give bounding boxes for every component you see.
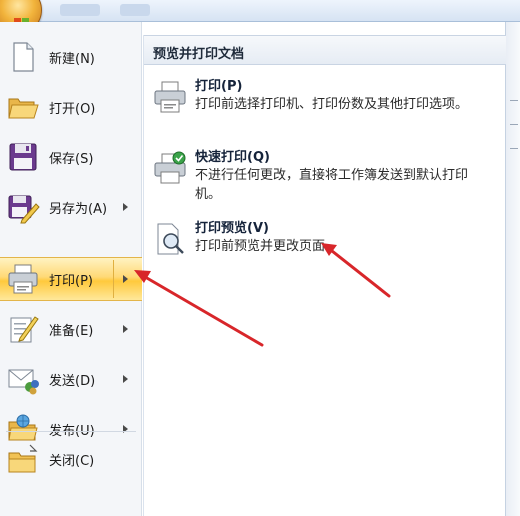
option-title: 快速打印(Q) <box>195 150 270 165</box>
option-description: 不进行任何更改，直接将工作簿发送到默认打印机。 <box>195 168 469 202</box>
close-folder-icon <box>6 442 40 476</box>
menu-item-print[interactable]: 打印(P) <box>0 257 142 301</box>
menu-item-save-as[interactable]: 另存为(A) <box>0 185 142 229</box>
option-quick-print[interactable]: 快速打印(Q) 不进行任何更改，直接将工作簿发送到默认打印机。 <box>144 146 506 206</box>
option-print[interactable]: 打印(P) 打印前选择打印机、打印份数及其他打印选项。 <box>144 75 506 135</box>
option-description: 打印前预览并更改页面。 <box>195 239 339 254</box>
printer-icon <box>152 79 188 115</box>
submenu-title: 预览并打印文档 <box>153 47 245 62</box>
option-description: 打印前选择打印机、打印份数及其他打印选项。 <box>195 97 469 112</box>
menu-item-label: 保存(S) <box>49 151 94 167</box>
option-print-preview[interactable]: 打印预览(V) 打印前预览并更改页面。 <box>144 217 506 267</box>
menu-item-label: 发送(D) <box>49 373 96 389</box>
save-disk-icon <box>6 140 40 174</box>
ribbon-tab[interactable] <box>60 4 100 16</box>
submenu-header: 预览并打印文档 <box>144 35 506 65</box>
option-title: 打印预览(V) <box>195 221 269 236</box>
menu-item-label: 发布(U) <box>49 423 95 439</box>
open-folder-icon <box>6 90 40 124</box>
menu-item-label: 关闭(C) <box>49 453 95 469</box>
print-preview-icon <box>152 221 188 257</box>
title-bar-strip <box>0 0 520 22</box>
menu-item-label: 新建(N) <box>49 51 95 67</box>
office-menu: 新建(N) 打开(O) 保存(S) 另存为(A) 打印(P) 准备(E) 发送(… <box>0 22 506 516</box>
menu-item-save[interactable]: 保存(S) <box>0 135 142 179</box>
edge-divider <box>510 124 518 125</box>
menu-item-prepare[interactable]: 准备(E) <box>0 307 142 351</box>
submenu-arrow-icon[interactable] <box>123 275 128 283</box>
menu-item-close[interactable]: 关闭(C) <box>0 437 142 481</box>
menu-item-label: 准备(E) <box>49 323 94 339</box>
menu-item-new[interactable]: 新建(N) <box>0 35 142 79</box>
edge-divider <box>510 148 518 149</box>
command-list: 新建(N) 打开(O) 保存(S) 另存为(A) 打印(P) 准备(E) 发送(… <box>0 22 142 516</box>
print-submenu: 预览并打印文档 打印(P) 打印前选择打印机、打印份数及其他打印选项。 快速打印… <box>143 35 506 516</box>
prepare-icon <box>6 312 40 346</box>
menu-separator <box>6 431 136 432</box>
ribbon-tab[interactable] <box>120 4 150 16</box>
submenu-arrow-icon <box>123 203 128 211</box>
option-title: 打印(P) <box>195 79 243 94</box>
quick-print-icon <box>152 150 188 186</box>
menu-item-label: 另存为(A) <box>49 201 108 217</box>
menu-item-send[interactable]: 发送(D) <box>0 357 142 401</box>
send-icon <box>6 362 40 396</box>
save-as-icon <box>6 190 40 224</box>
submenu-arrow-icon <box>123 375 128 383</box>
menu-item-label: 打开(O) <box>49 101 96 117</box>
submenu-arrow-icon <box>123 325 128 333</box>
menu-item-label: 打印(P) <box>49 273 93 289</box>
background-window-edge <box>506 22 520 516</box>
split-divider <box>113 260 114 298</box>
menu-item-open[interactable]: 打开(O) <box>0 85 142 129</box>
edge-divider <box>510 100 518 101</box>
new-document-icon <box>6 40 40 74</box>
printer-icon <box>6 262 40 296</box>
